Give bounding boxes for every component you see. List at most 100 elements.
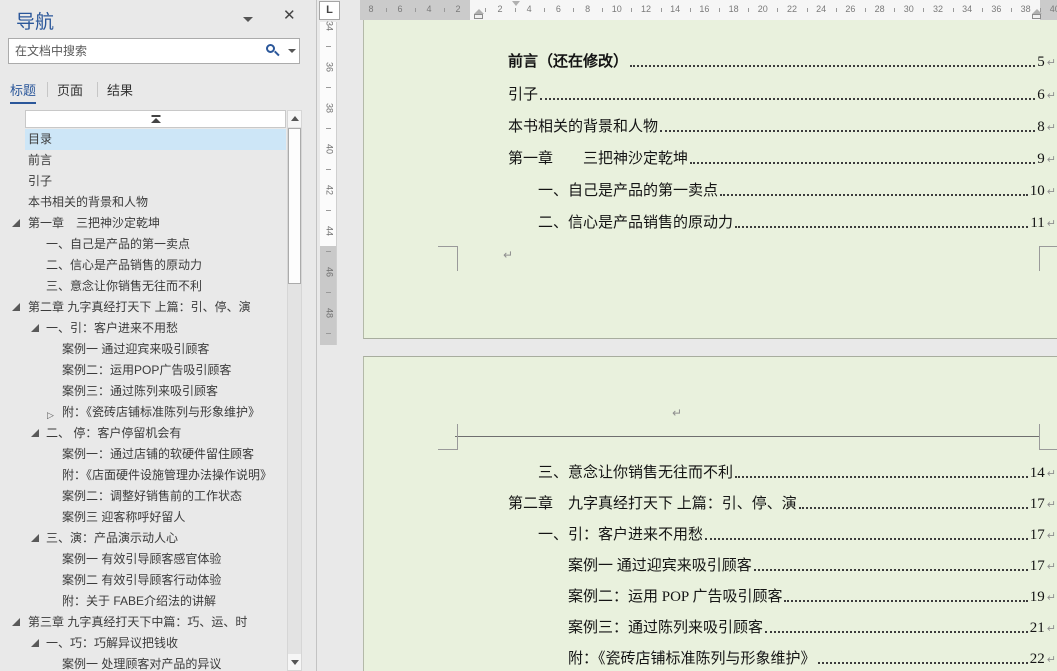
tab-results[interactable]: 结果: [107, 80, 133, 99]
toc-entry[interactable]: 本书相关的背景和人物8↵: [508, 115, 1056, 136]
toc-entry[interactable]: 前言（还在修改）5↵: [508, 50, 1056, 71]
collapse-triangle-icon[interactable]: [31, 324, 39, 332]
first-line-indent-marker[interactable]: [512, 1, 520, 6]
nav-tree-item[interactable]: 案例三 迎客称呼好留人: [25, 507, 286, 528]
toc-entry-title: 本书相关的背景和人物: [508, 115, 658, 136]
scrollbar-thumb[interactable]: [288, 128, 301, 284]
pane-close-icon[interactable]: ✕: [283, 6, 296, 24]
toc-entry-title: 引子: [508, 83, 538, 104]
scroll-down-button[interactable]: [288, 654, 301, 670]
collapse-triangle-icon[interactable]: [31, 534, 39, 542]
nav-tree-item[interactable]: 第二章 九字真经打天下 上篇：引、停、演: [25, 297, 286, 318]
jump-to-top-bar[interactable]: [25, 110, 286, 128]
nav-tree-item[interactable]: 一、巧：巧解异议把钱收: [25, 633, 286, 654]
nav-item-label: 前言: [28, 153, 52, 167]
nav-item-label: 附：《店面硬件设施管理办法操作说明》: [62, 468, 272, 482]
toc-page-number: 19: [1030, 589, 1045, 606]
nav-tree-item[interactable]: 一、引：客户进来不用愁: [25, 318, 286, 339]
pane-options-chevron-icon[interactable]: [243, 17, 253, 22]
toc-entry[interactable]: 案例三：通过陈列来吸引顾客21↵: [568, 616, 1056, 637]
ruler-number: 6: [392, 4, 408, 14]
search-icon[interactable]: [266, 44, 277, 55]
collapse-triangle-icon[interactable]: [31, 429, 39, 437]
nav-item-label: 第一章 三把神沙定乾坤: [28, 216, 160, 230]
ruler-number: 46: [323, 266, 335, 279]
nav-tree-item[interactable]: 前言: [25, 150, 286, 171]
ruler-number: 34: [323, 20, 335, 33]
ruler-number: 28: [872, 4, 888, 14]
tab-pages[interactable]: 页面: [57, 80, 83, 99]
ruler-tick: [326, 251, 331, 252]
toc-entry[interactable]: 二、信心是产品销售的原动力11↵: [538, 211, 1056, 232]
toc-entry[interactable]: 一、自己是产品的第一卖点10↵: [538, 179, 1056, 200]
toc-entry[interactable]: 案例一 通过迎宾来吸引顾客17↵: [568, 554, 1056, 575]
ruler-tick: [865, 8, 866, 12]
nav-tree-item[interactable]: 第一章 三把神沙定乾坤: [25, 213, 286, 234]
paragraph-mark: ↵: [1047, 529, 1056, 544]
nav-tree-item[interactable]: 三、意念让你销售无往而不利: [25, 276, 286, 297]
tab-headings[interactable]: 标题: [10, 80, 36, 104]
nav-tree-item[interactable]: 二、 停：客户停留机会有: [25, 423, 286, 444]
collapse-triangle-icon[interactable]: [12, 618, 20, 626]
nav-tree-item[interactable]: 引子: [25, 171, 286, 192]
paragraph-mark: ↵: [1047, 560, 1056, 575]
collapse-triangle-icon[interactable]: [12, 303, 20, 311]
toc-entry[interactable]: 附：《瓷砖店铺标准陈列与形象维护》22↵: [568, 647, 1056, 668]
toc-page-number: 17: [1030, 496, 1045, 513]
toc-entry-title: 一、引：客户进来不用愁: [538, 523, 703, 544]
toc-entry[interactable]: 三、意念让你销售无往而不利14↵: [538, 461, 1056, 482]
indent-marker[interactable]: [473, 9, 484, 19]
nav-tree-item[interactable]: 案例二 有效引导顾客行动体验: [25, 570, 286, 591]
toc-entry[interactable]: 一、引：客户进来不用愁17↵: [538, 523, 1056, 544]
nav-tree-item[interactable]: 案例三：通过陈列来吸引顾客: [25, 381, 286, 402]
ruler-tick: [386, 8, 387, 12]
collapse-triangle-icon[interactable]: [31, 639, 39, 647]
toc-page-number: 11: [1030, 215, 1044, 232]
ruler-tick: [326, 292, 331, 293]
ruler-number: 18: [726, 4, 742, 14]
toc-entry[interactable]: 第二章 九字真经打天下 上篇：引、停、演17↵: [508, 492, 1056, 513]
nav-tree-item[interactable]: 附：《店面硬件设施管理办法操作说明》: [25, 465, 286, 486]
toc-entry[interactable]: 引子6↵: [508, 83, 1056, 104]
toc-entry[interactable]: 案例二：运用 POP 广告吸引顾客19↵: [568, 585, 1056, 606]
paragraph-mark: ↵: [503, 248, 513, 262]
scroll-up-button[interactable]: [288, 111, 301, 127]
ruler-number: 12: [638, 4, 654, 14]
nav-tree-item[interactable]: 目录: [25, 129, 286, 150]
text-boundary-mark: [1039, 246, 1057, 247]
ruler-number: 8: [363, 4, 379, 14]
text-boundary-mark: [438, 449, 458, 450]
nav-tree-item[interactable]: ▷附：《瓷砖店铺标准陈列与形象维护》: [25, 402, 286, 423]
search-options-chevron-icon[interactable]: [288, 49, 296, 53]
tab-stop-selector[interactable]: L: [319, 1, 340, 20]
nav-scrollbar[interactable]: [287, 110, 302, 671]
nav-tree-item[interactable]: 一、自己是产品的第一卖点: [25, 234, 286, 255]
ruler-number: 32: [930, 4, 946, 14]
nav-tree-item[interactable]: 二、信心是产品销售的原动力: [25, 255, 286, 276]
collapse-triangle-icon[interactable]: [12, 219, 20, 227]
nav-tree-item[interactable]: 案例一 有效引导顾客感官体验: [25, 549, 286, 570]
ruler-number: 6: [550, 4, 566, 14]
nav-tree-item[interactable]: 案例二：运用POP广告吸引顾客: [25, 360, 286, 381]
toc-entry[interactable]: 第一章 三把神沙定乾坤9↵: [508, 147, 1056, 168]
horizontal-ruler[interactable]: L 86422468101214161820222426283032343638…: [318, 0, 1057, 20]
nav-tree-item[interactable]: 案例一 处理顾客对产品的异议: [25, 654, 286, 671]
nav-item-label: 一、巧：巧解异议把钱收: [46, 636, 178, 650]
nav-tree-item[interactable]: 案例二：调整好销售前的工作状态: [25, 486, 286, 507]
ruler-number: 40: [1047, 4, 1057, 14]
nav-tree-item[interactable]: 案例一：通过店铺的软硬件留住顾客: [25, 444, 286, 465]
nav-tree-item[interactable]: 案例一 通过迎宾来吸引顾客: [25, 339, 286, 360]
indent-marker[interactable]: [1031, 9, 1042, 19]
search-input[interactable]: [8, 38, 300, 64]
ruler-tick: [777, 8, 778, 12]
ruler-number: 22: [784, 4, 800, 14]
ruler-tick: [573, 8, 574, 12]
vertical-ruler[interactable]: 3436384042444648: [320, 22, 337, 345]
toc-page-number: 21: [1030, 620, 1045, 637]
nav-tree-item[interactable]: 第三章 九字真经打天下中篇：巧、运、时: [25, 612, 286, 633]
paragraph-mark: ↵: [1047, 498, 1056, 513]
nav-tree-item[interactable]: 附：关于 FABE介绍法的讲解: [25, 591, 286, 612]
nav-item-label: 二、信心是产品销售的原动力: [46, 258, 202, 272]
nav-tree-item[interactable]: 三、演：产品演示动人心: [25, 528, 286, 549]
nav-tree-item[interactable]: 本书相关的背景和人物: [25, 192, 286, 213]
